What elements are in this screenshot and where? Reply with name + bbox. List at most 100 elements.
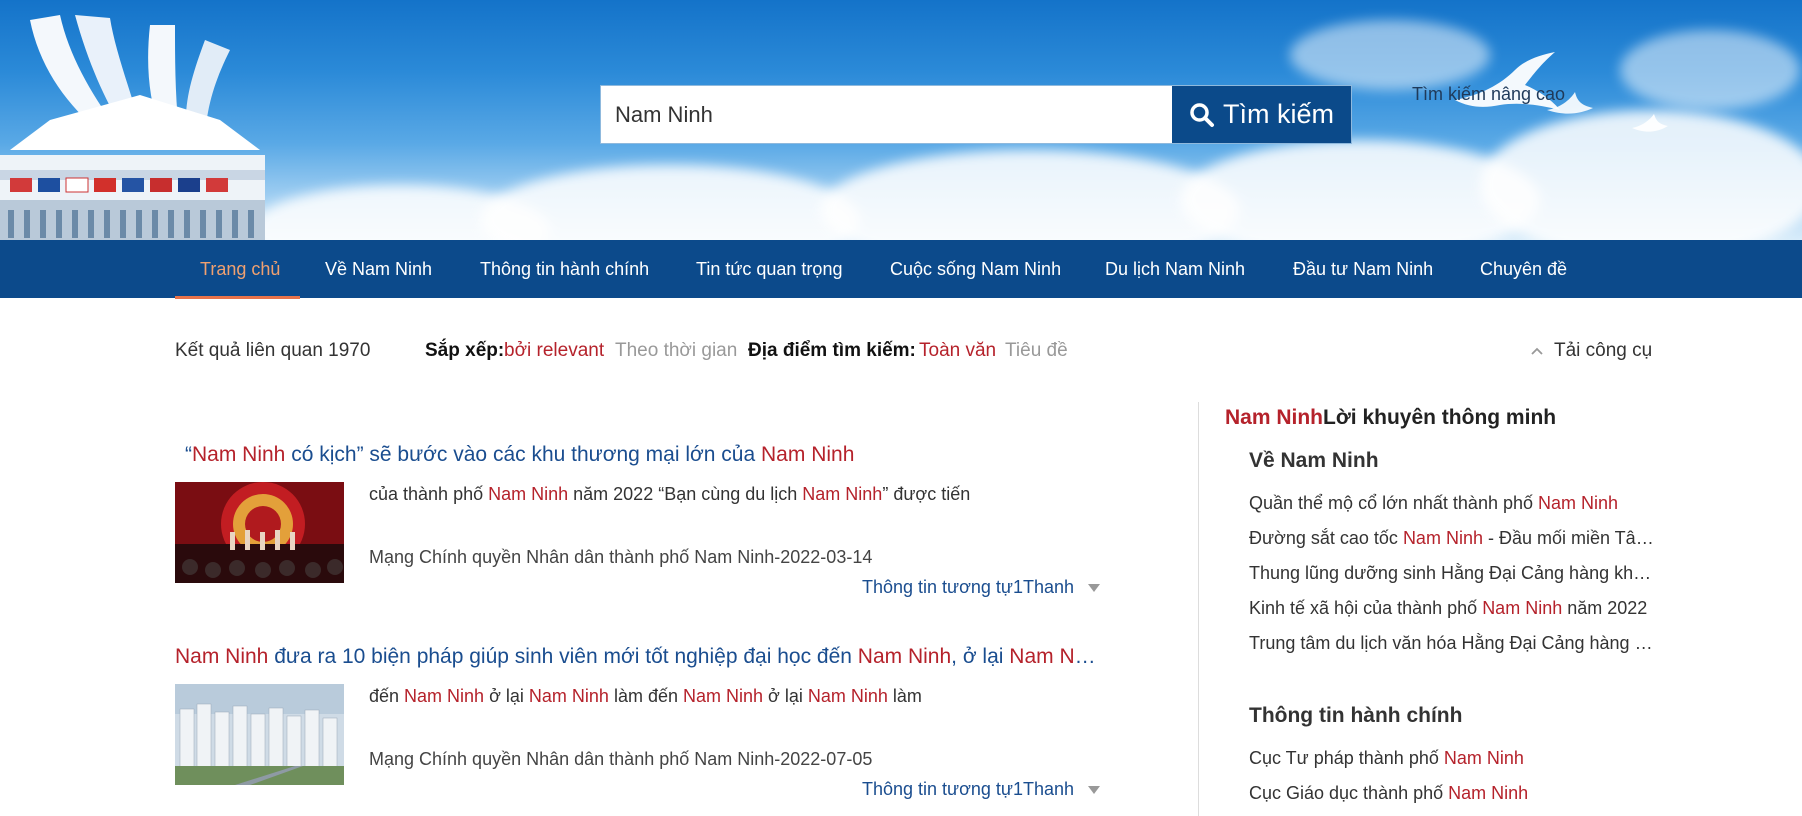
sidebar-section-title: Thông tin hành chính xyxy=(1249,704,1463,727)
result-count: Kết quả liên quan 1970 xyxy=(175,340,371,361)
link-highlight: Nam Ninh xyxy=(1448,783,1529,803)
similar-info-toggle[interactable]: Thông tin tương tự1Thanh xyxy=(862,779,1100,800)
search-bar: Tìm kiếm xyxy=(600,85,1352,144)
search-result: Nam Ninh đưa ra 10 biện pháp giúp sinh v… xyxy=(175,645,1100,799)
link-highlight: Nam Ninh xyxy=(1443,748,1524,768)
result-title-link[interactable]: “Nam Ninh có kịch” sẽ bước vào các khu t… xyxy=(175,443,1100,467)
active-nav-indicator xyxy=(175,296,300,299)
search-location-label: Địa điểm tìm kiếm: xyxy=(748,340,916,361)
caret-down-icon xyxy=(1088,786,1100,795)
title-highlight: Nam Ninh xyxy=(857,645,952,668)
result-thumbnail[interactable] xyxy=(175,684,344,785)
caret-down-icon xyxy=(1088,584,1100,593)
link-text: Kinh tế xã hội của thành phố xyxy=(1249,598,1483,618)
link-text: năm 2022 xyxy=(1562,598,1648,618)
sidebar-link[interactable]: Quần thể mộ cổ lớn nhất thành phố Nam Ni… xyxy=(1249,493,1661,514)
result-snippet: đến Nam Ninh ở lại Nam Ninh làm đến Nam … xyxy=(369,686,922,707)
snippet-text: năm 2022 “Bạn cùng du lịch xyxy=(568,484,803,504)
search-button-label: Tìm kiếm xyxy=(1223,99,1334,129)
snippet-text: làm xyxy=(887,686,922,706)
result-body: đến Nam Ninh ở lại Nam Ninh làm đến Nam … xyxy=(175,684,1100,799)
smart-tips-heading: Nam NinhLời khuyên thông minh xyxy=(1225,406,1556,430)
title-text: , ở lại xyxy=(951,645,1010,668)
sidebar-divider xyxy=(1198,402,1199,816)
snippet-text: đến xyxy=(369,686,405,706)
tools-label: Tải công cụ xyxy=(1554,340,1653,361)
cloud-decoration xyxy=(1620,30,1800,110)
snippet-highlight: Nam Ninh xyxy=(528,686,609,706)
link-highlight: Nam Ninh xyxy=(1482,598,1563,618)
nav-item-topics[interactable]: Chuyên đề xyxy=(1480,240,1567,298)
location-fulltext-option[interactable]: Toàn văn xyxy=(919,340,996,362)
link-text: Thung lũng dưỡng sinh Hằng Đại Cảng hàng… xyxy=(1249,563,1661,583)
snippet-highlight: Nam Ninh xyxy=(682,686,764,706)
chevron-up-icon xyxy=(1531,347,1543,355)
result-source: Mạng Chính quyền Nhân dân thành phố Nam … xyxy=(369,749,873,769)
link-text: Đường sắt cao tốc xyxy=(1249,528,1403,548)
snippet-highlight: Nam Ninh xyxy=(807,686,888,706)
snippet-text: ở lại xyxy=(763,686,808,706)
heading-highlight: Nam Ninh xyxy=(1225,406,1324,429)
advanced-search-link[interactable]: Tìm kiếm nâng cao xyxy=(1412,84,1565,105)
result-source: Mạng Chính quyền Nhân dân thành phố Nam … xyxy=(369,547,873,567)
nav-item-life[interactable]: Cuộc sống Nam Ninh xyxy=(890,240,1061,298)
nav-item-news[interactable]: Tin tức quan trọng xyxy=(696,240,842,298)
result-title-link[interactable]: Nam Ninh đưa ra 10 biện pháp giúp sinh v… xyxy=(175,645,1100,669)
title-highlight: Nam Ninh xyxy=(175,645,269,668)
snippet-text: của thành phố xyxy=(369,484,489,504)
title-text: “ xyxy=(185,443,192,466)
cloud-decoration xyxy=(820,150,1240,240)
title-highlight: Nam Ninh xyxy=(1009,645,1100,668)
nav-item-about[interactable]: Về Nam Ninh xyxy=(325,240,432,298)
snippet-text: làm đến xyxy=(608,686,683,706)
snippet-text: ” được tiến xyxy=(882,484,971,504)
stage-performance-image xyxy=(175,482,344,583)
snippet-text: ở lại xyxy=(484,686,529,706)
sort-relevant-option[interactable]: bởi relevant xyxy=(504,340,604,362)
main-nav: Trang chủ Về Nam Ninh Thông tin hành chí… xyxy=(0,240,1802,298)
result-body: của thành phố Nam Ninh năm 2022 “Bạn cùn… xyxy=(175,482,1100,597)
link-highlight: Nam Ninh xyxy=(1538,493,1619,513)
similar-info-label: Thông tin tương tự1Thanh xyxy=(861,577,1074,597)
sidebar-link[interactable]: Kinh tế xã hội của thành phố Nam Ninh nă… xyxy=(1249,598,1661,619)
sort-time-option[interactable]: Theo thời gian xyxy=(615,340,737,362)
link-text: Cục Tư pháp thành phố xyxy=(1249,748,1444,768)
result-snippet: của thành phố Nam Ninh năm 2022 “Bạn cùn… xyxy=(369,484,970,505)
sidebar-link[interactable]: Thung lũng dưỡng sinh Hằng Đại Cảng hàng… xyxy=(1249,563,1661,584)
search-result: “Nam Ninh có kịch” sẽ bước vào các khu t… xyxy=(175,443,1100,597)
city-skyline-image xyxy=(175,684,344,785)
search-button[interactable]: Tìm kiếm xyxy=(1172,86,1351,143)
title-text: đưa ra 10 biện pháp giúp sinh viên mới t… xyxy=(268,645,858,668)
title-highlight: Nam Ninh xyxy=(192,443,286,466)
location-title-option[interactable]: Tiêu đề xyxy=(1005,340,1068,362)
link-highlight: Nam Ninh xyxy=(1402,528,1483,548)
result-thumbnail[interactable] xyxy=(175,482,344,583)
heading-text: Lời khuyên thông minh xyxy=(1323,406,1557,429)
nav-item-home[interactable]: Trang chủ xyxy=(200,240,280,298)
sidebar-link[interactable]: Đường sắt cao tốc Nam Ninh - Đầu mối miề… xyxy=(1249,528,1661,549)
link-text: - Đầu mối miền Tây Nam xyxy=(1487,528,1661,548)
link-text: Quần thể mộ cổ lớn nhất thành phố xyxy=(1249,493,1539,513)
link-text: Trung tâm du lịch văn hóa Hằng Đại Cảng … xyxy=(1249,633,1661,653)
nav-item-tourism[interactable]: Du lịch Nam Ninh xyxy=(1105,240,1245,298)
dove-icon xyxy=(1632,114,1668,132)
search-icon xyxy=(1190,102,1214,127)
title-text: có kịch” sẽ bước vào các khu thương mại … xyxy=(285,443,762,466)
similar-info-toggle[interactable]: Thông tin tương tự1Thanh xyxy=(862,577,1100,598)
nav-item-admin-info[interactable]: Thông tin hành chính xyxy=(480,240,649,298)
link-text: Cục Giáo dục thành phố xyxy=(1249,783,1449,803)
sort-label: Sắp xếp: xyxy=(425,340,505,361)
nav-item-investment[interactable]: Đầu tư Nam Ninh xyxy=(1293,240,1433,298)
sidebar-link[interactable]: Cục Tư pháp thành phố Nam Ninh xyxy=(1249,748,1661,769)
tools-toggle[interactable]: Tải công cụ xyxy=(1530,340,1652,362)
title-highlight: Nam Ninh xyxy=(761,443,855,466)
similar-info-label: Thông tin tương tự1Thanh xyxy=(861,779,1074,799)
snippet-highlight: Nam Ninh xyxy=(802,484,883,504)
landmark-logo xyxy=(0,15,265,240)
sidebar-link[interactable]: Cục Giáo dục thành phố Nam Ninh xyxy=(1249,783,1661,804)
snippet-highlight: Nam Ninh xyxy=(404,686,485,706)
search-input[interactable] xyxy=(601,86,1172,143)
cloud-decoration xyxy=(480,165,860,240)
sidebar-link[interactable]: Trung tâm du lịch văn hóa Hằng Đại Cảng … xyxy=(1249,633,1661,654)
snippet-highlight: Nam Ninh xyxy=(488,484,569,504)
